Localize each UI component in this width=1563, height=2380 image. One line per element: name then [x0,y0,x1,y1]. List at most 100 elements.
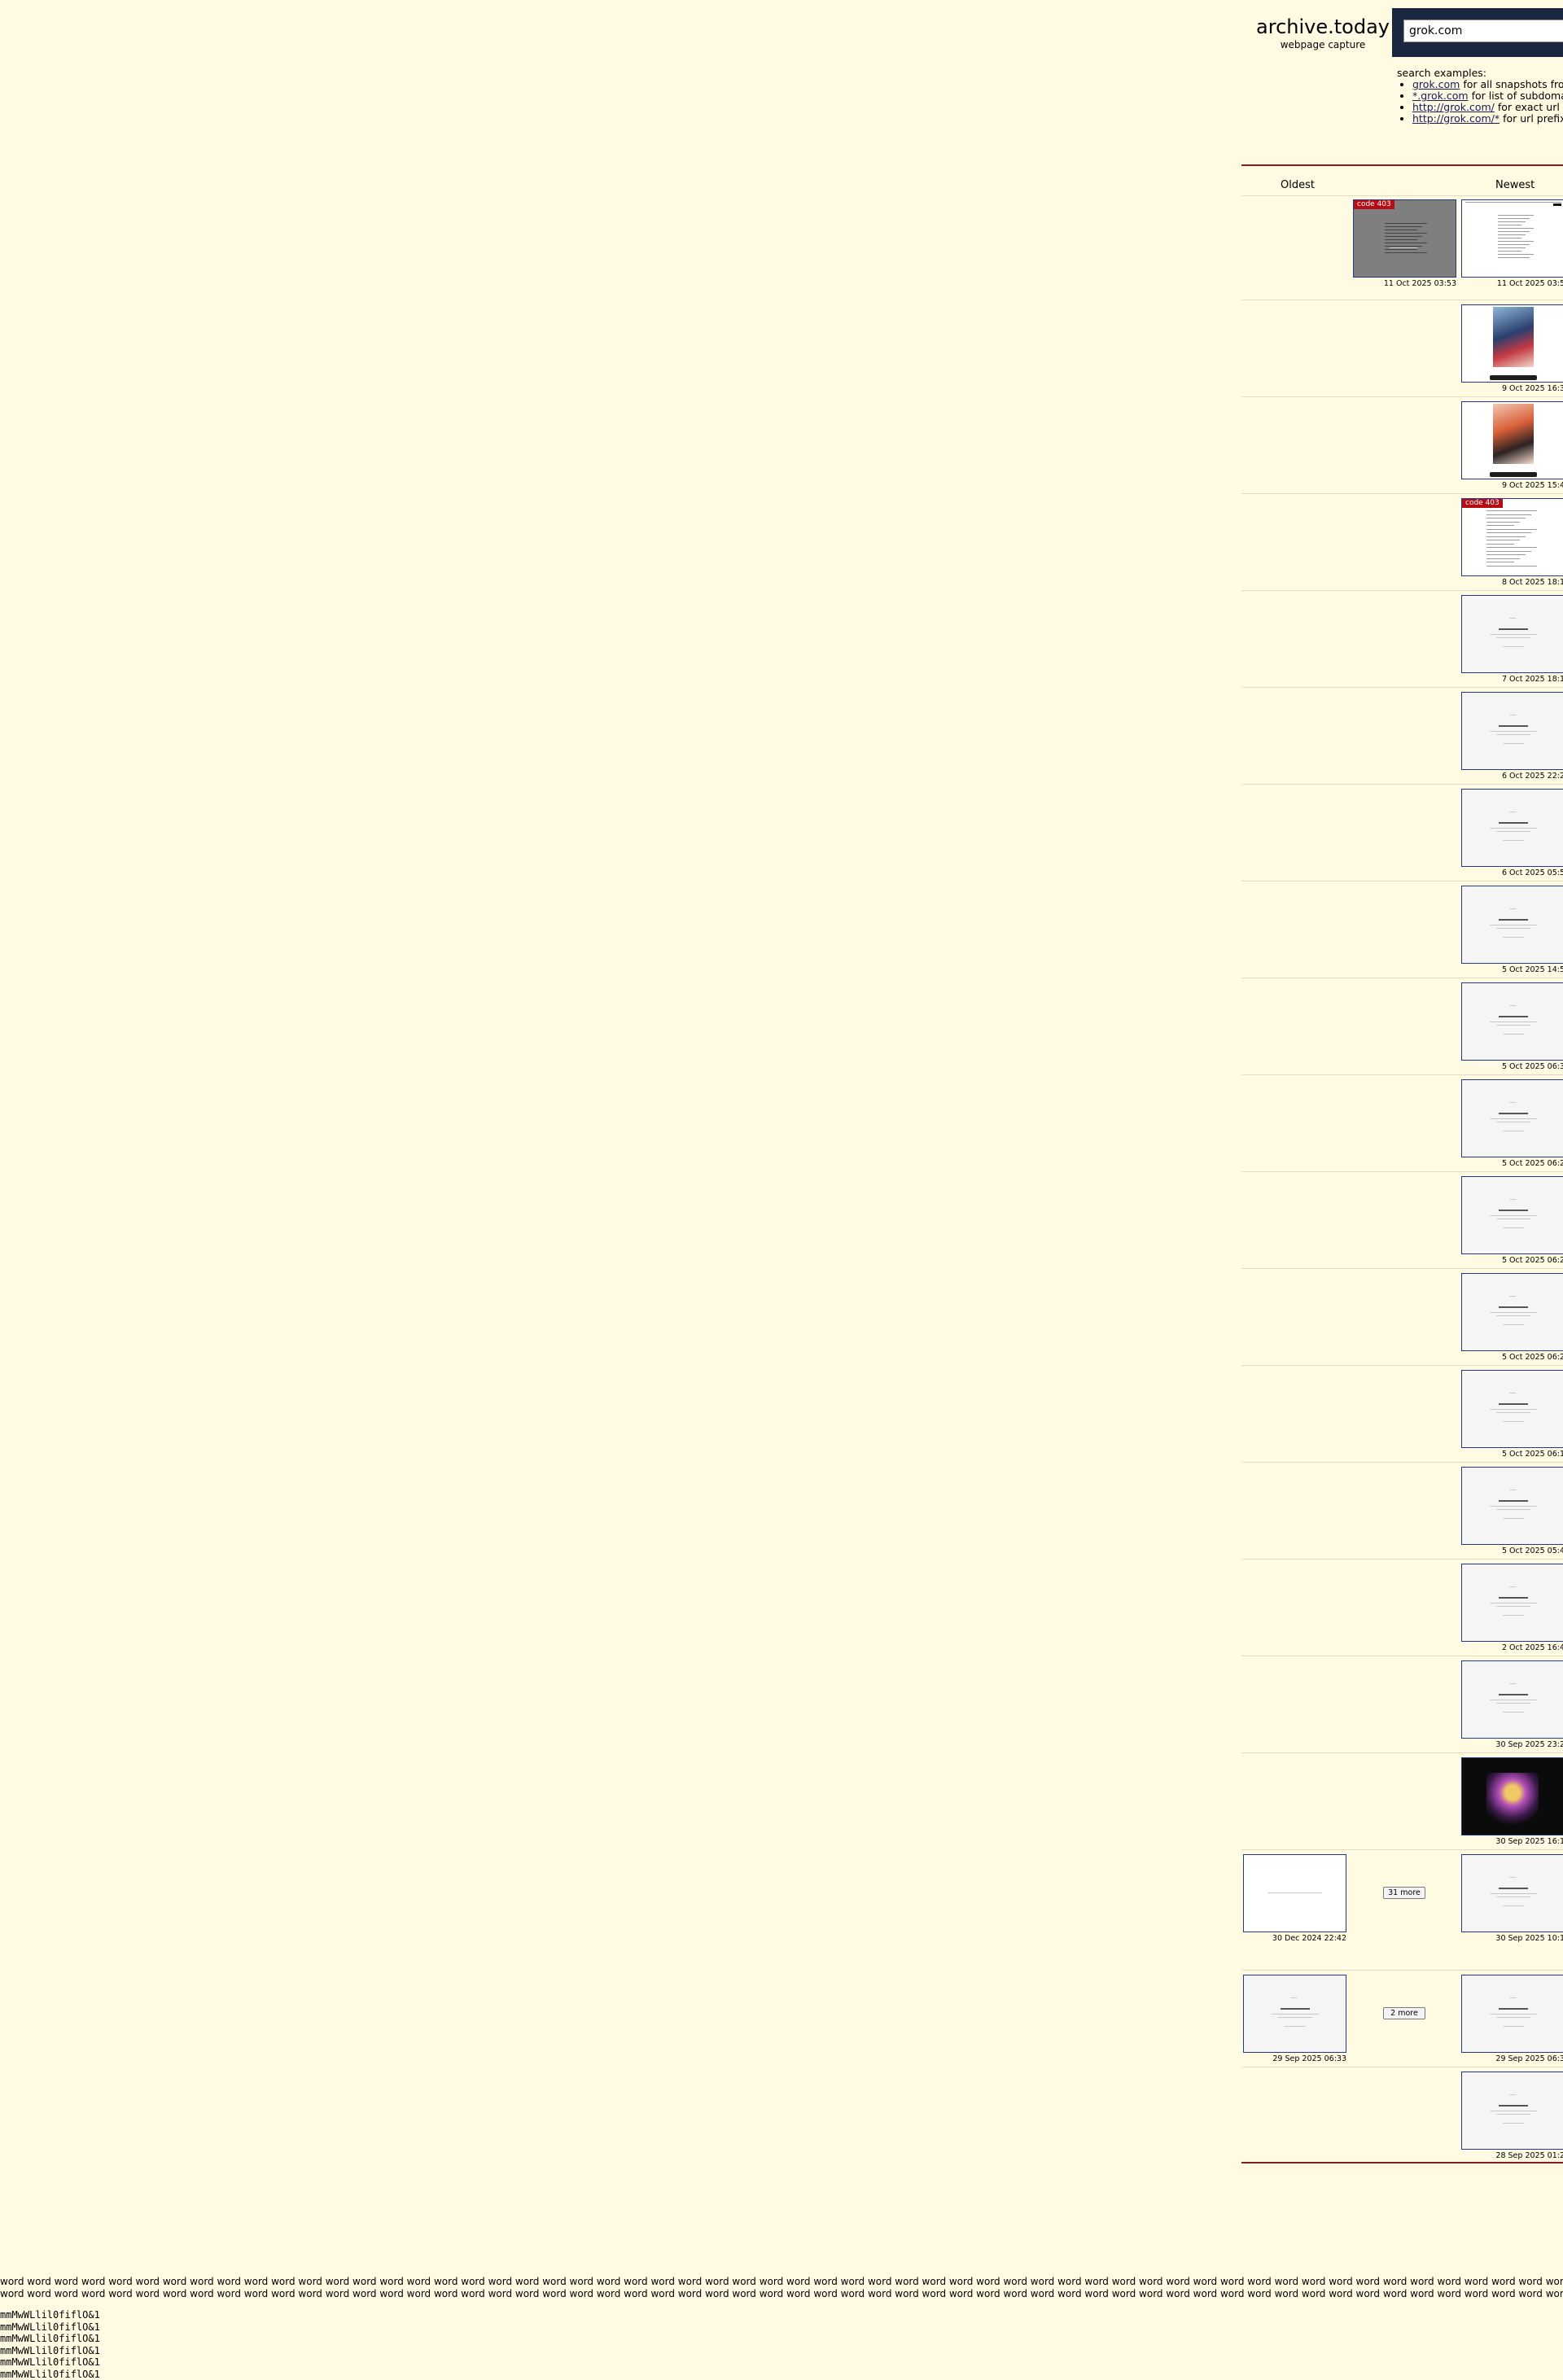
snapshot-thumbnail[interactable] [1461,199,1563,278]
thumb-detail [1490,1215,1537,1216]
row-separator [1241,590,1563,591]
snapshot-thumbnail[interactable] [1461,1854,1563,1932]
snapshot-date[interactable]: 29 Sep 2025 06:3 [1459,2054,1563,2063]
snapshot-date[interactable]: 30 Sep 2025 23:2 [1459,1740,1563,1749]
thumb-detail [1499,628,1528,630]
thumb-detail [1281,2008,1310,2010]
snapshot-date[interactable]: 5 Oct 2025 06:2 [1459,1353,1563,1362]
thumb-detail [1509,1005,1516,1006]
thumb-detail [1498,247,1526,248]
logo-subtitle: webpage capture [1280,39,1366,50]
thumb-detail [1486,510,1537,511]
more-snapshots-button[interactable]: 31 more [1383,1887,1425,1899]
thumb-detail [1509,1296,1516,1297]
snapshot-thumbnail[interactable] [1461,1273,1563,1351]
snapshot-thumbnail[interactable] [1461,1975,1563,2053]
more-snapshots-button[interactable]: 2 more [1383,2007,1425,2019]
snapshot-thumbnail[interactable] [1461,401,1563,479]
snapshot-thumbnail[interactable] [1461,789,1563,867]
thumb-detail [1499,1306,1528,1308]
snapshot-thumbnail[interactable] [1243,1975,1346,2053]
snapshot-date[interactable]: 30 Dec 2024 22:42 [1241,1934,1346,1943]
thumb-detail [1496,1509,1530,1510]
snapshot-thumbnail[interactable] [1461,692,1563,770]
footer-word-line: word word word word word word word word … [0,2276,1563,2300]
snapshot-thumbnail[interactable] [1461,1176,1563,1254]
thumb-detail [1272,2014,1319,2015]
snapshot-thumbnail[interactable] [1461,595,1563,673]
search-input[interactable] [1403,20,1563,42]
snapshot-thumbnail[interactable]: code 403 [1353,199,1456,278]
row-separator [1241,1074,1563,1075]
snapshot-thumbnail[interactable] [1461,1079,1563,1157]
thumb-detail [1385,239,1417,240]
snapshot-thumbnail[interactable] [1461,1467,1563,1545]
snapshot-date[interactable]: 9 Oct 2025 16:3 [1459,384,1563,393]
example-link[interactable]: grok.com [1412,78,1460,90]
snapshot-date[interactable]: 29 Sep 2025 06:33 [1241,2054,1346,2063]
thumb-detail [1385,233,1427,234]
snapshot-date[interactable]: 5 Oct 2025 06:2 [1459,1159,1563,1168]
snapshot-date[interactable]: 30 Sep 2025 16:1 [1459,1837,1563,1846]
snapshot-date[interactable]: 5 Oct 2025 05:4 [1459,1547,1563,1555]
row-separator [1241,1559,1563,1560]
snapshot-date[interactable]: 30 Sep 2025 10:1 [1459,1934,1563,1943]
glyph-line: mmMwWLlil0fiflO&1 [0,2356,100,2368]
snapshot-thumbnail[interactable] [1461,886,1563,964]
snapshot-date[interactable]: 5 Oct 2025 06:2 [1459,1256,1563,1265]
table-top-rule [1241,164,1563,166]
thumb-detail [1486,528,1537,530]
thumb-detail [1553,203,1561,206]
snapshot-thumbnail[interactable] [1461,982,1563,1061]
example-text: for list of subdomains [1471,90,1563,102]
thumb-detail [1498,241,1534,242]
example-link[interactable]: http://grok.com/ [1412,101,1495,113]
snapshot-date[interactable]: 11 Oct 2025 03:5 [1459,279,1563,288]
snapshot-thumbnail[interactable] [1461,1757,1563,1835]
thumb-detail [1385,236,1422,237]
search-examples-list: grok.com for all snapshots from th *.gro… [1397,79,1563,125]
thumb-detail [1490,1409,1537,1410]
thumb-detail [1496,831,1530,832]
snapshot-thumbnail[interactable] [1243,1854,1346,1932]
snapshot-date[interactable]: 7 Oct 2025 18:1 [1459,675,1563,684]
thumb-detail [1509,2094,1516,2095]
snapshot-thumbnail[interactable] [1461,1564,1563,1642]
example-text: for all snapshots from th [1463,78,1563,90]
search-examples: search examples: grok.com for all snapsh… [1397,68,1563,125]
logo[interactable]: archive.today webpage capture [1250,15,1396,50]
logo-title[interactable]: archive.today [1250,15,1396,39]
glyph-line: mmMwWLlil0fiflO&1 [0,2333,100,2344]
example-link[interactable]: http://grok.com/* [1412,112,1500,125]
thumb-detail [1499,1888,1528,1889]
thumb-detail [1503,1518,1524,1519]
snapshot-date[interactable]: 6 Oct 2025 22:2 [1459,772,1563,781]
thumb-detail [1498,254,1534,255]
glyph-line: mmMwWLlil0fiflO&1 [0,2321,100,2333]
row-separator [1241,1365,1563,1366]
snapshot-date[interactable]: 8 Oct 2025 18:1 [1459,578,1563,587]
thumb-detail [1486,536,1526,537]
snapshot-thumbnail[interactable] [1461,1660,1563,1739]
snapshot-date[interactable]: 6 Oct 2025 05:5 [1459,868,1563,877]
footer-words-line: word word word word word word word word … [0,2288,1563,2299]
snapshot-thumbnail[interactable] [1461,304,1563,383]
thumb-detail [1498,234,1526,235]
snapshot-thumbnail[interactable] [1461,2072,1563,2150]
snapshot-thumbnail[interactable]: code 403 [1461,498,1563,576]
snapshot-date[interactable]: 11 Oct 2025 03:53 [1351,279,1456,288]
example-link[interactable]: *.grok.com [1412,90,1469,102]
thumb-detail [1496,1703,1530,1704]
thumb-detail [1503,1324,1524,1325]
example-text: for exact url [1494,101,1560,113]
snapshot-date[interactable]: 5 Oct 2025 14:5 [1459,965,1563,974]
snapshot-thumbnail[interactable] [1461,1370,1563,1448]
thumb-detail [1496,1218,1530,1219]
snapshot-date[interactable]: 5 Oct 2025 06:1 [1459,1450,1563,1459]
snapshot-date[interactable]: 5 Oct 2025 06:3 [1459,1062,1563,1071]
snapshot-date[interactable]: 9 Oct 2025 15:4 [1459,481,1563,490]
thumb-detail [1496,2114,1530,2115]
snapshot-date[interactable]: 28 Sep 2025 01:2 [1459,2151,1563,2160]
thumb-detail [1499,1403,1528,1405]
snapshot-date[interactable]: 2 Oct 2025 16:4 [1459,1643,1563,1652]
